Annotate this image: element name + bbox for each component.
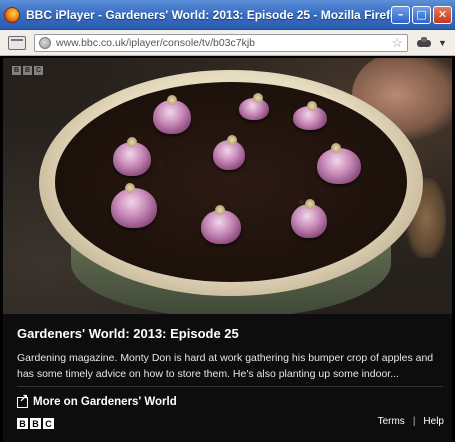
bbc-logo-letter: B [30, 418, 41, 429]
episode-title: Gardeners' World: 2013: Episode 25 [17, 326, 239, 341]
bbc-logo[interactable]: B B C [17, 418, 54, 429]
video-player[interactable]: B B C [3, 58, 452, 314]
address-bar: www.bbc.co.uk/iplayer/console/tv/b03c7kj… [0, 30, 455, 56]
terms-link[interactable]: Terms [378, 416, 405, 427]
divider [17, 386, 443, 387]
bulb-image [153, 95, 191, 134]
external-link-icon [17, 392, 28, 408]
addon-icon[interactable] [416, 36, 432, 50]
firefox-logo-icon [4, 6, 20, 23]
bbc-watermark-letter: B [23, 66, 32, 75]
menu-dropdown-icon[interactable]: ▼ [438, 38, 447, 48]
bulb-image [317, 143, 361, 184]
minimize-button[interactable]: – [391, 5, 410, 24]
title-bar: BBC iPlayer - Gardeners' World: 2013: Ep… [0, 0, 455, 30]
help-link[interactable]: Help [423, 416, 444, 427]
site-identity-icon[interactable] [39, 36, 51, 49]
bulb-image [201, 205, 241, 244]
close-button[interactable]: ✕ [433, 5, 452, 24]
tab-groups-icon[interactable] [8, 35, 26, 50]
episode-description: Gardening magazine. Monty Don is hard at… [17, 352, 434, 380]
bbc-logo-letter: C [43, 418, 54, 429]
more-link-label: More on Gardeners' World [33, 396, 177, 408]
bulb-image [239, 93, 269, 120]
episode-info-panel: Gardeners' World: 2013: Episode 25 Garde… [3, 314, 452, 442]
bbc-watermark-letter: C [34, 66, 43, 75]
bulb-image [291, 199, 327, 238]
footer-separator: | [412, 416, 416, 427]
maximize-button[interactable]: □ [412, 5, 431, 24]
bulb-image [293, 101, 327, 130]
bbc-watermark-letter: B [12, 66, 21, 75]
footer-links: Terms | Help [378, 416, 444, 427]
bulb-image [213, 135, 245, 170]
bbc-watermark: B B C [12, 66, 43, 75]
bookmark-star-icon[interactable]: ☆ [391, 35, 403, 51]
bulb-image [111, 183, 157, 228]
window-title: BBC iPlayer - Gardeners' World: 2013: Ep… [26, 7, 391, 22]
bbc-logo-letter: B [17, 418, 28, 429]
bulb-image [113, 137, 151, 176]
url-text: www.bbc.co.uk/iplayer/console/tv/b03c7kj… [56, 36, 256, 49]
more-on-programme-link[interactable]: More on Gardeners' World [17, 392, 177, 408]
soil-image [55, 82, 407, 282]
window-controls: – □ ✕ [391, 5, 452, 24]
url-input[interactable]: www.bbc.co.uk/iplayer/console/tv/b03c7kj… [34, 33, 408, 52]
